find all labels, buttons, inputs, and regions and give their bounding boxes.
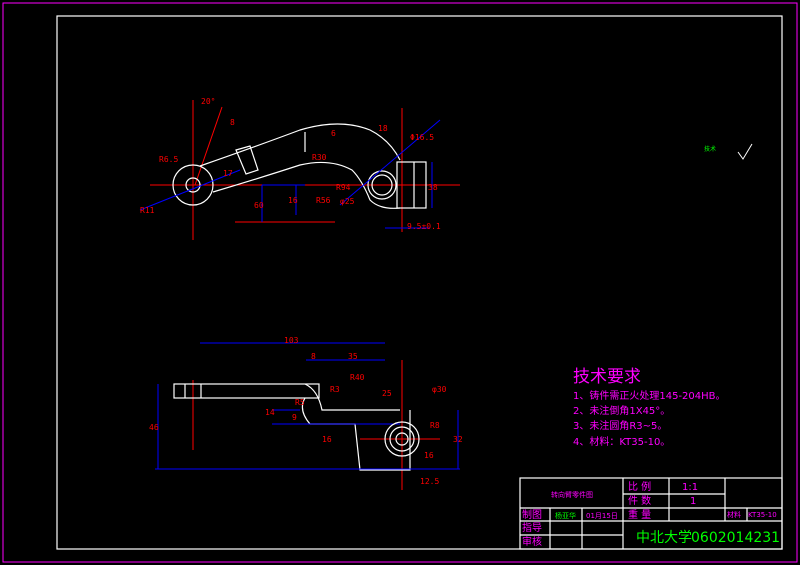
svg-text:材料: 材料 [727,510,741,519]
svg-text:16: 16 [424,451,434,460]
svg-text:01月15日: 01月15日 [586,512,618,520]
svg-text:R5: R5 [295,398,305,407]
svg-text:件 数: 件 数 [628,494,651,507]
svg-text:14: 14 [265,408,275,417]
svg-text:Φ16.5: Φ16.5 [410,133,434,142]
corner-note: 技术 [704,145,716,153]
svg-text:制图: 制图 [522,508,542,521]
svg-text:4、材料：KT35-10。: 4、材料：KT35-10。 [573,435,670,448]
svg-text:35: 35 [348,352,358,361]
roughness-symbol-icon [737,143,753,160]
svg-text:R94: R94 [336,183,351,192]
svg-text:60: 60 [254,201,264,210]
tech-title: 技术要求 [573,367,641,387]
svg-text:25: 25 [382,389,392,398]
svg-text:φ25: φ25 [340,197,355,206]
svg-text:R8: R8 [430,421,440,430]
svg-text:17: 17 [223,169,233,178]
svg-text:32: 32 [453,435,463,444]
svg-text:20°: 20° [201,97,215,106]
svg-text:转向臂零件图: 转向臂零件图 [551,490,593,499]
svg-text:18: 18 [378,124,388,133]
svg-text:103: 103 [284,336,299,345]
svg-text:R40: R40 [350,373,365,382]
svg-text:重 量: 重 量 [628,508,651,521]
front-view-dimensions: 103 8 35 R40 R3 R5 14 9 46 16 16 32 R8 φ… [149,336,463,486]
svg-text:杨亚华: 杨亚华 [555,511,576,520]
svg-text:16: 16 [288,196,298,205]
svg-text:1、铸件需正火处理145-204HB。: 1、铸件需正火处理145-204HB。 [573,389,726,402]
svg-text:9: 9 [292,413,297,422]
svg-text:2、未注倒角1X45°。: 2、未注倒角1X45°。 [573,404,670,417]
svg-text:3、未注圆角R3~5。: 3、未注圆角R3~5。 [573,419,667,432]
svg-text:R3: R3 [330,385,340,394]
svg-text:中北大学: 中北大学 [636,530,692,546]
top-view [139,100,460,240]
svg-text:6: 6 [331,129,336,138]
cad-drawing: 20° 8 R6.5 R11 17 R30 R56 6 18 R94 φ25 Φ… [2,2,798,563]
svg-text:R11: R11 [140,206,155,215]
svg-text:KT35-10: KT35-10 [748,511,777,519]
svg-text:12.5: 12.5 [420,477,439,486]
svg-text:9.5±0.1: 9.5±0.1 [407,222,441,231]
svg-text:指导: 指导 [522,521,542,534]
front-view [155,342,460,490]
title-block: 转向臂零件图 比 例 1:1 件 数 1 重 量 制图 杨亚华 01月15日 指… [519,477,783,550]
svg-text:R6.5: R6.5 [159,155,178,164]
top-view-dimensions: 20° 8 R6.5 R11 17 R30 R56 6 18 R94 φ25 Φ… [140,97,441,231]
svg-text:R56: R56 [316,196,331,205]
svg-text:φ30: φ30 [432,385,447,394]
svg-text:38: 38 [428,183,438,192]
svg-text:8: 8 [311,352,316,361]
svg-text:16: 16 [322,435,332,444]
svg-text:8: 8 [230,118,235,127]
svg-text:审核: 审核 [522,535,542,548]
svg-text:R30: R30 [312,153,327,162]
svg-text:比 例: 比 例 [628,480,651,493]
svg-text:1:1: 1:1 [682,482,698,493]
svg-text:0602014231: 0602014231 [691,530,780,546]
technical-requirements: 技术要求 1、铸件需正火处理145-204HB。 2、未注倒角1X45°。 3、… [573,367,726,448]
svg-text:46: 46 [149,423,159,432]
svg-text:1: 1 [690,496,696,507]
